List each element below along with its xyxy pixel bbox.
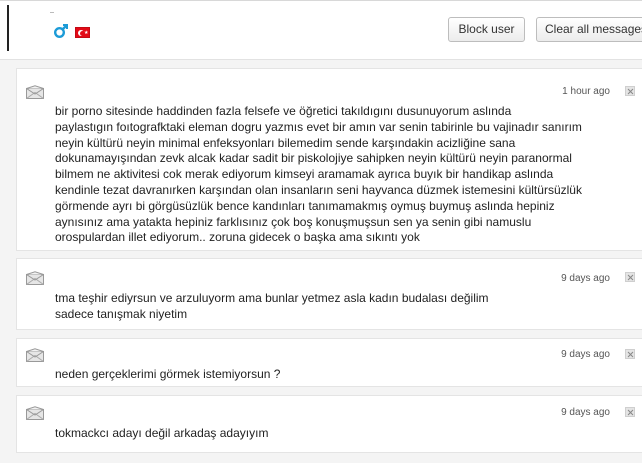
delete-message-icon[interactable] — [625, 407, 635, 417]
top-bar: ★ Block user Clear all messages — [0, 0, 642, 58]
delete-message-icon[interactable] — [625, 272, 635, 282]
envelope-icon — [26, 271, 44, 285]
message-time: 9 days ago — [561, 349, 610, 360]
message-item: 1 hour ago bir porno sitesinde haddinden… — [16, 68, 642, 251]
message-item: 9 days ago neden gerçeklerimi görmek ist… — [16, 338, 642, 387]
flag-star: ★ — [84, 30, 89, 36]
envelope-icon — [26, 85, 44, 99]
delete-message-icon[interactable] — [625, 86, 635, 96]
delete-message-icon[interactable] — [625, 349, 635, 359]
message-text: tma teşhir ediyrsun ve arzuluyorm ama bu… — [55, 291, 489, 321]
block-user-button[interactable]: Block user — [448, 17, 525, 42]
message-item: 9 days ago tokmackcı adayı değil arkadaş… — [16, 395, 642, 453]
clear-all-messages-button[interactable]: Clear all messages — [536, 17, 642, 42]
male-symbol-icon — [53, 24, 68, 39]
message-time: 1 hour ago — [562, 86, 610, 97]
divider-tick — [50, 12, 54, 13]
message-time: 9 days ago — [561, 407, 610, 418]
message-item: 9 days ago tma teşhir ediyrsun ve arzulu… — [16, 258, 642, 330]
turkey-flag-icon: ★ — [75, 27, 90, 38]
envelope-icon — [26, 406, 44, 420]
envelope-icon — [26, 348, 44, 362]
message-list: 1 hour ago bir porno sitesinde haddinden… — [0, 59, 642, 463]
message-time: 9 days ago — [561, 273, 610, 284]
message-text: neden gerçeklerimi görmek istemiyorsun ? — [55, 367, 281, 381]
message-text: bir porno sitesinde haddinden fazla fels… — [55, 104, 582, 245]
divider-line — [7, 5, 9, 51]
message-text: tokmackcı adayı değil arkadaş adayıyım — [55, 426, 269, 440]
